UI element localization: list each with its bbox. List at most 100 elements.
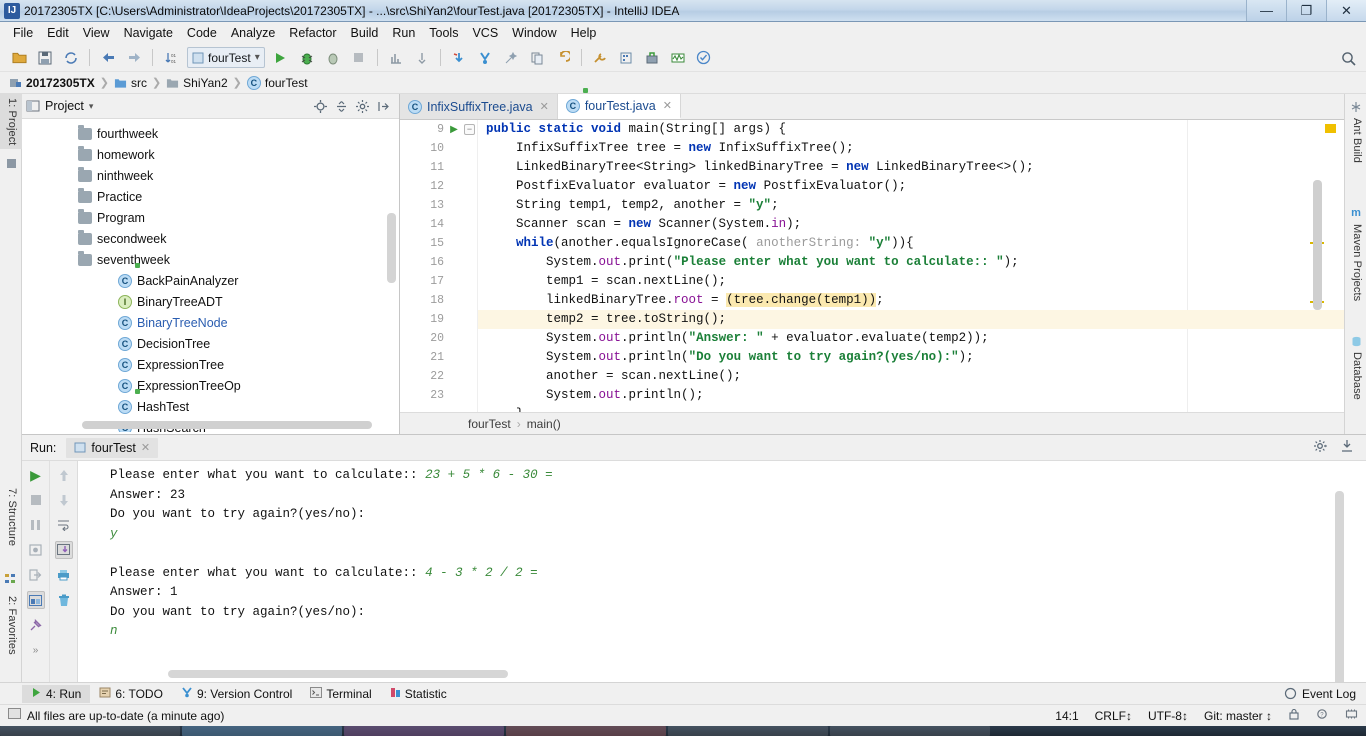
fold-collapse-icon[interactable]: − xyxy=(464,124,475,135)
bottom-tab-todo[interactable]: 6: TODO xyxy=(90,685,172,703)
sidebar-item-database[interactable]: Database xyxy=(1345,348,1366,404)
print-icon[interactable] xyxy=(55,566,73,584)
tree-item-secondweek[interactable]: ❯ secondweek xyxy=(22,228,399,249)
menu-window[interactable]: Window xyxy=(505,24,563,42)
bottom-tab-version-control[interactable]: 9: Version Control xyxy=(172,685,301,703)
attach-icon[interactable] xyxy=(411,47,433,69)
inspection-icon[interactable]: ? xyxy=(1316,708,1329,724)
code-line-9[interactable]: public static void main(String[] args) { xyxy=(478,120,1344,139)
console-horizontal-scrollbar[interactable] xyxy=(168,670,508,678)
menu-analyze[interactable]: Analyze xyxy=(224,24,282,42)
undo-icon[interactable] xyxy=(552,47,574,69)
menu-edit[interactable]: Edit xyxy=(40,24,76,42)
build-icon[interactable] xyxy=(641,47,663,69)
menu-file[interactable]: File xyxy=(6,24,40,42)
back-arrow-icon[interactable] xyxy=(97,47,119,69)
tree-item-homework[interactable]: ❯ homework xyxy=(22,144,399,165)
search-everywhere-icon[interactable] xyxy=(1338,48,1358,68)
sidebar-item-maven-projects[interactable]: Maven Projects xyxy=(1345,220,1366,305)
magic-icon[interactable] xyxy=(500,47,522,69)
open-folder-icon[interactable] xyxy=(8,47,30,69)
console-vertical-scrollbar[interactable] xyxy=(1335,491,1344,683)
settings-wrench-icon[interactable] xyxy=(589,47,611,69)
code-line-16[interactable]: System.out.print("Please enter what you … xyxy=(478,253,1344,272)
chevron-down-icon[interactable]: ▾ xyxy=(89,101,94,112)
sidebar-item-structure[interactable]: 7: Structure xyxy=(0,484,22,550)
lock-icon[interactable] xyxy=(1288,708,1300,723)
file-encoding[interactable]: UTF-8↕ xyxy=(1148,709,1188,723)
code-editor[interactable]: 9 10 11 12 13 14 15 16 17 18 19 20 21 22… xyxy=(400,120,1344,412)
hide-icon[interactable] xyxy=(1340,439,1354,456)
project-tree-vertical-scrollbar[interactable] xyxy=(387,213,396,283)
settings-gear-icon[interactable] xyxy=(355,99,370,114)
breadcrumb-item-class[interactable]: C fourTest xyxy=(244,75,311,90)
sidebar-item-favorites[interactable]: 2: Favorites xyxy=(0,592,22,659)
code-line-22[interactable]: another = scan.nextLine(); xyxy=(478,367,1344,386)
breadcrumb-item-project[interactable]: 20172305TX xyxy=(6,76,98,90)
stop-icon[interactable] xyxy=(27,491,45,509)
tree-item-expressiontree[interactable]: C ExpressionTree xyxy=(22,354,399,375)
activity-monitor-icon[interactable] xyxy=(667,47,689,69)
close-button[interactable]: ✕ xyxy=(1326,0,1366,21)
save-all-icon[interactable] xyxy=(34,47,56,69)
pause-icon[interactable] xyxy=(27,516,45,534)
sidebar-item-ant-build[interactable]: Ant Build xyxy=(1345,114,1366,167)
compare-icon[interactable] xyxy=(526,47,548,69)
commit-icon[interactable] xyxy=(474,47,496,69)
code-line-13[interactable]: String temp1, temp2, another = "y"; xyxy=(478,196,1344,215)
breadcrumb-item-src[interactable]: src xyxy=(111,76,150,90)
tree-item-program[interactable]: ❯ Program xyxy=(22,207,399,228)
exit-icon[interactable] xyxy=(27,566,45,584)
run-icon[interactable] xyxy=(270,47,292,69)
bottom-tab-terminal[interactable]: Terminal xyxy=(301,685,380,703)
project-tree[interactable]: ❯ fourthweek ❯ homework ❯ ninthweek ❯ Pr… xyxy=(22,119,399,432)
pin-icon[interactable] xyxy=(27,616,45,634)
menu-build[interactable]: Build xyxy=(344,24,386,42)
tree-item-practice[interactable]: ❯ Practice xyxy=(22,186,399,207)
memory-icon[interactable] xyxy=(1345,708,1358,723)
forward-arrow-icon[interactable] xyxy=(123,47,145,69)
editor-vertical-scrollbar[interactable] xyxy=(1313,180,1322,310)
code-line-23[interactable]: System.out.println(); xyxy=(478,386,1344,405)
more-icon[interactable]: » xyxy=(27,641,45,659)
soft-wrap-icon[interactable] xyxy=(55,516,73,534)
run-tab-fourtest[interactable]: fourTest ✕ xyxy=(66,437,159,458)
profile-icon[interactable] xyxy=(385,47,407,69)
menu-vcs[interactable]: VCS xyxy=(465,24,505,42)
run-gutter-icon[interactable]: ▶ xyxy=(448,120,460,139)
code-line-10[interactable]: InfixSuffixTree tree = new InfixSuffixTr… xyxy=(478,139,1344,158)
sync-icon[interactable] xyxy=(60,47,82,69)
minimize-button[interactable]: — xyxy=(1246,0,1286,21)
event-log-button[interactable]: Event Log xyxy=(1284,687,1366,701)
menu-navigate[interactable]: Navigate xyxy=(117,24,180,42)
tree-item-ninthweek[interactable]: ❯ ninthweek xyxy=(22,165,399,186)
update-project-icon[interactable] xyxy=(448,47,470,69)
tree-item-binarytreenode[interactable]: C BinaryTreeNode xyxy=(22,312,399,333)
close-icon[interactable]: ✕ xyxy=(141,441,150,454)
maximize-button[interactable]: ❐ xyxy=(1286,0,1326,21)
code-lines[interactable]: public static void main(String[] args) {… xyxy=(478,120,1344,412)
bottom-tab-run[interactable]: 4: Run xyxy=(22,684,91,703)
caret-position[interactable]: 14:1 xyxy=(1055,709,1078,723)
scroll-to-end-icon[interactable] xyxy=(54,541,73,559)
code-line-14[interactable]: Scanner scan = new Scanner(System.in); xyxy=(478,215,1344,234)
close-icon[interactable]: ✕ xyxy=(540,100,549,113)
editor-gutter[interactable]: 9 10 11 12 13 14 15 16 17 18 19 20 21 22… xyxy=(400,120,478,412)
tree-item-decisiontree[interactable]: C DecisionTree xyxy=(22,333,399,354)
code-line-11[interactable]: LinkedBinaryTree<String> linkedBinaryTre… xyxy=(478,158,1344,177)
menu-code[interactable]: Code xyxy=(180,24,224,42)
error-stripe-marker[interactable] xyxy=(1325,124,1336,133)
sort-icon[interactable]: 01 01 xyxy=(160,47,182,69)
code-line-12[interactable]: PostfixEvaluator evaluator = new Postfix… xyxy=(478,177,1344,196)
editor-breadcrumb-class[interactable]: fourTest xyxy=(468,417,511,431)
taskbar-item[interactable] xyxy=(0,726,180,736)
tree-item-expressiontreeop[interactable]: C ExpressionTreeOp xyxy=(22,375,399,396)
code-line-18[interactable]: linkedBinaryTree.root = (tree.change(tem… xyxy=(478,291,1344,310)
breadcrumb-item-package[interactable]: ShiYan2 xyxy=(163,76,230,90)
stop-icon[interactable] xyxy=(348,47,370,69)
check-circle-icon[interactable] xyxy=(693,47,715,69)
locate-icon[interactable] xyxy=(313,99,328,114)
console-output[interactable]: Please enter what you want to calculate:… xyxy=(78,461,1350,683)
project-tree-horizontal-scrollbar[interactable] xyxy=(82,421,372,429)
code-line-15[interactable]: while(another.equalsIgnoreCase( anotherS… xyxy=(478,234,1344,253)
